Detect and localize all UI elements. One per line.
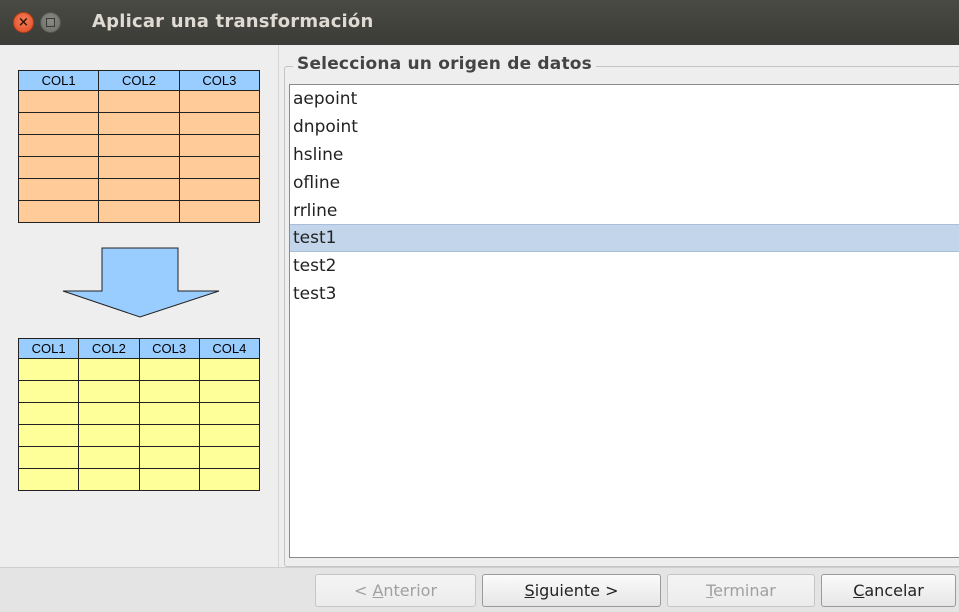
- list-item-test3[interactable]: test3: [290, 280, 959, 308]
- source-column-header: COL1: [17, 70, 100, 91]
- cancel-button-label: ancelar: [864, 581, 924, 600]
- list-item-test2[interactable]: test2: [290, 252, 959, 280]
- previous-button-prefix: <: [353, 581, 373, 600]
- previous-button-label: nterior: [383, 581, 438, 600]
- source-column-header: COL3: [178, 70, 261, 91]
- list-item-ofline[interactable]: ofline: [290, 169, 959, 197]
- list-item-dnpoint[interactable]: dnpoint: [290, 113, 959, 141]
- list-item-hsline[interactable]: hsline: [290, 141, 959, 169]
- cancel-button-mnemonic: C: [853, 581, 865, 600]
- minimize-window-button[interactable]: [40, 12, 61, 33]
- target-column-header: COL2: [78, 338, 140, 359]
- source-table-illustration: COL1 COL2 COL3: [17, 70, 261, 223]
- list-item-aepoint[interactable]: aepoint: [290, 85, 959, 113]
- cancel-button[interactable]: Cancelar: [821, 574, 956, 607]
- next-button-label: iguiente >: [534, 581, 619, 600]
- finish-button[interactable]: Terminar: [667, 574, 815, 607]
- datasource-list[interactable]: aepoint dnpoint hsline ofline rrline tes…: [289, 84, 959, 558]
- down-arrow-icon: [62, 247, 220, 318]
- title-bar: × Aplicar una transformación: [0, 0, 959, 45]
- list-item-test1-selected[interactable]: test1: [290, 224, 959, 252]
- panel-divider: [278, 45, 279, 567]
- close-icon: ×: [18, 15, 29, 30]
- button-bar: [0, 567, 959, 612]
- source-column-header: COL2: [98, 70, 180, 91]
- next-button[interactable]: Siguiente >: [482, 574, 661, 607]
- target-column-header: COL4: [198, 338, 261, 359]
- list-item-rrline[interactable]: rrline: [290, 197, 959, 225]
- datasource-group-label: Selecciona un origen de datos: [293, 54, 596, 74]
- next-button-mnemonic: S: [524, 581, 535, 600]
- close-window-button[interactable]: ×: [13, 12, 34, 33]
- target-table-illustration: COL1 COL2 COL3 COL4: [17, 338, 261, 491]
- previous-button[interactable]: < Anterior: [315, 574, 476, 607]
- minimize-icon: [46, 18, 55, 27]
- window-title: Aplicar una transformación: [92, 11, 374, 32]
- previous-button-mnemonic: A: [372, 581, 384, 600]
- transformation-illustration: COL1 COL2 COL3 COL1 COL2 COL3 COL4: [0, 45, 278, 567]
- target-column-header: COL3: [138, 338, 200, 359]
- target-column-header: COL1: [17, 338, 80, 359]
- finish-button-label: erminar: [713, 581, 776, 600]
